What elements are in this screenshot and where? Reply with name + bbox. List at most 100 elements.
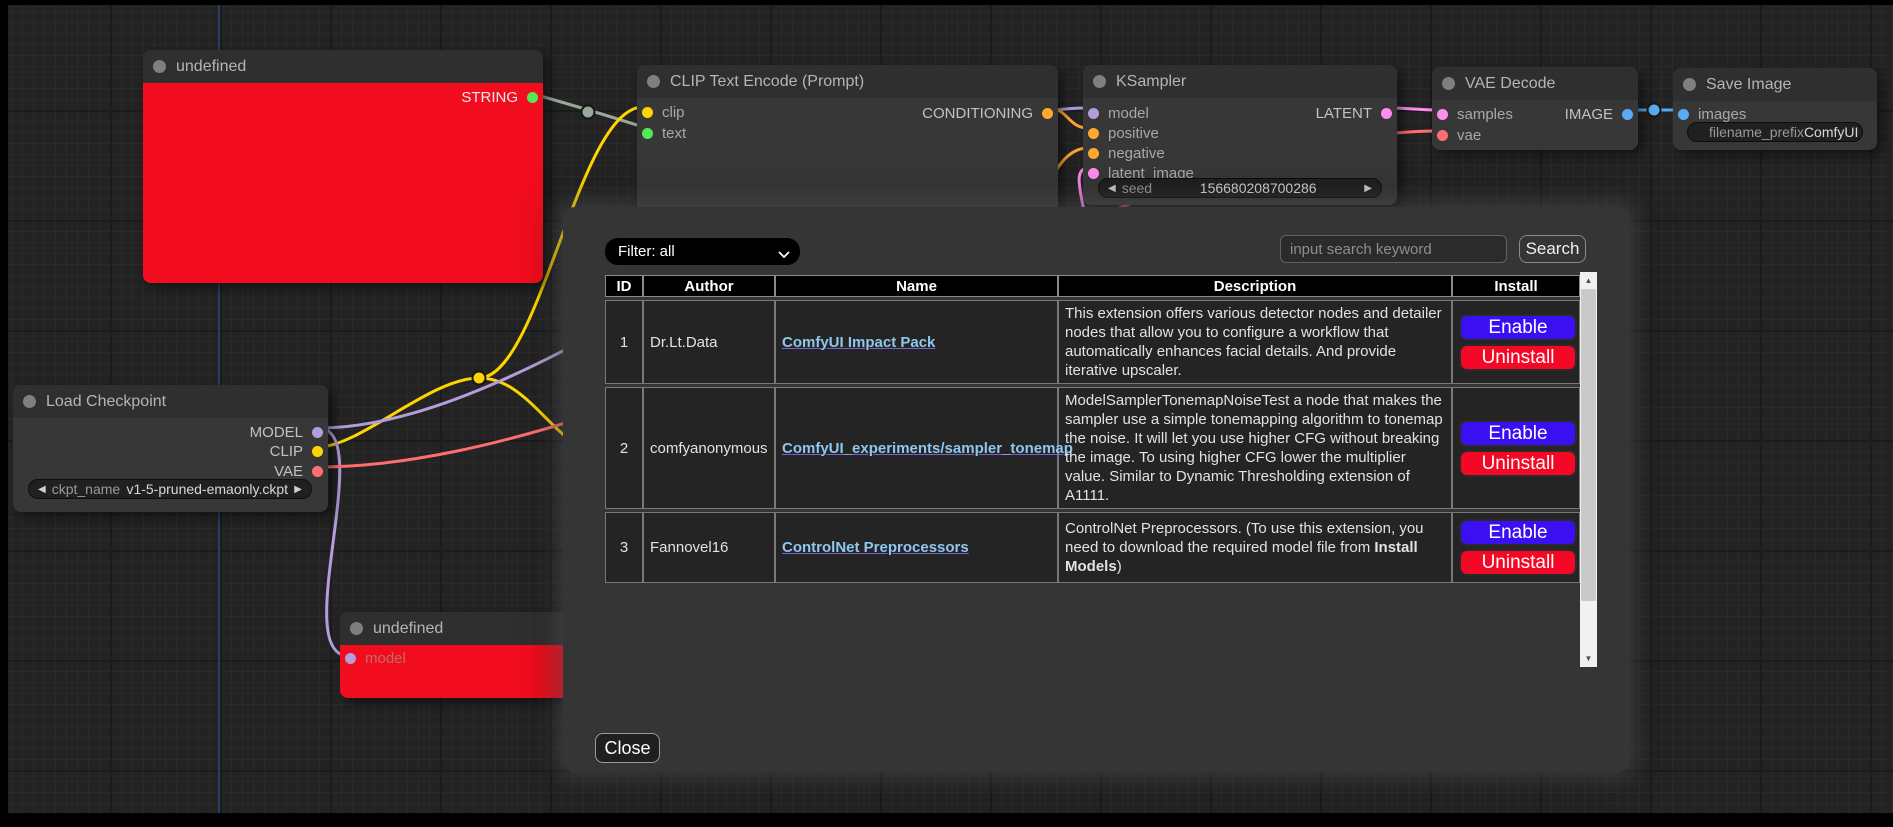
column-header-id: ID [605,275,643,297]
node-title: Load Checkpoint [46,393,166,411]
output-slot-conditioning[interactable] [1042,108,1053,119]
cell-author: Dr.Lt.Data [643,300,775,384]
scrollbar-thumb[interactable] [1581,289,1596,601]
node-load-checkpoint[interactable]: Load Checkpoint MODEL CLIP VAE ◀ ckpt_na… [13,385,328,512]
extension-row: 2 comfyanonymous ComfyUI_experiments/sam… [605,387,1580,509]
input-slot-model[interactable] [1088,108,1099,119]
node-save-image[interactable]: Save Image images filename_prefix ComfyU… [1673,68,1877,150]
cell-id: 3 [605,512,643,583]
node-title-bar: KSampler [1083,65,1397,98]
node-body: samples vae IMAGE [1432,100,1638,150]
extension-manager-dialog: Filter: all Search ID Author Name Descri… [563,207,1630,772]
reroute-dot-clip[interactable] [473,372,486,385]
window-edge [0,813,1893,827]
enable-button[interactable]: Enable [1459,420,1577,447]
node-title: CLIP Text Encode (Prompt) [670,73,864,91]
node-body: MODEL CLIP VAE ◀ ckpt_name v1-5-pruned-e… [13,418,328,512]
window-edge [0,0,8,827]
seed-widget[interactable]: ◀ seed 156680208700286 ▶ [1098,178,1382,198]
collapse-dot-icon[interactable] [23,395,36,408]
extension-link[interactable]: ControlNet Preprocessors [782,539,969,556]
reroute-dot-image[interactable] [1648,104,1661,117]
node-title-bar: VAE Decode [1432,67,1638,100]
extension-table-scroll[interactable]: ID Author Name Description Install 1 Dr.… [605,272,1580,667]
node-body: images filename_prefix ComfyUI [1673,101,1877,150]
cell-description: ControlNet Preprocessors. (To use this e… [1058,512,1452,583]
collapse-dot-icon[interactable] [350,622,363,635]
extension-link[interactable]: ComfyUI Impact Pack [782,334,935,351]
collapse-dot-icon[interactable] [1683,78,1696,91]
enable-button[interactable]: Enable [1459,519,1577,546]
cell-author: Fannovel16 [643,512,775,583]
cell-name: ControlNet Preprocessors [775,512,1058,583]
input-slot-negative[interactable] [1088,148,1099,159]
scrollbar-down-arrow-icon[interactable]: ▼ [1580,650,1597,667]
widget-right-arrow-icon[interactable]: ▶ [294,484,302,495]
table-scrollbar[interactable]: ▲ ▼ [1580,272,1597,667]
input-slot-vae[interactable] [1437,130,1448,141]
ckpt-name-widget[interactable]: ◀ ckpt_name v1-5-pruned-emaonly.ckpt ▶ [28,479,312,499]
uninstall-button[interactable]: Uninstall [1459,549,1577,576]
column-header-author: Author [643,275,775,297]
output-slot-vae[interactable] [312,466,323,477]
extension-link[interactable]: ComfyUI_experiments/sampler_tonemap [782,440,1073,457]
filename-prefix-widget[interactable]: filename_prefix ComfyUI [1687,122,1863,142]
input-slot-clip[interactable] [642,107,653,118]
widget-left-arrow-icon[interactable]: ◀ [38,484,46,495]
output-slot-latent[interactable] [1381,108,1392,119]
collapse-dot-icon[interactable] [1442,77,1455,90]
extension-table: ID Author Name Description Install 1 Dr.… [605,272,1580,586]
node-title: undefined [176,58,246,76]
output-label: STRING [461,89,518,106]
comfyui-app: undefined STRING CLIP Text Encode (Promp… [0,0,1893,827]
input-slot-model[interactable] [345,653,356,664]
collapse-dot-icon[interactable] [153,60,166,73]
node-title-bar: Save Image [1673,68,1877,101]
collapse-dot-icon[interactable] [1093,75,1106,88]
node-title: VAE Decode [1465,75,1555,93]
output-slot-model[interactable] [312,427,323,438]
extension-row: 3 Fannovel16 ControlNet Preprocessors Co… [605,512,1580,583]
node-ksampler[interactable]: KSampler model positive negative latent_… [1083,65,1397,205]
uninstall-button[interactable]: Uninstall [1459,450,1577,477]
node-vae-decode[interactable]: VAE Decode samples vae IMAGE [1432,67,1638,150]
node-body: model positive negative latent_image LAT… [1083,98,1397,205]
collapse-dot-icon[interactable] [647,75,660,88]
output-slot-image[interactable] [1622,109,1633,120]
close-button[interactable]: Close [595,733,660,763]
window-edge [0,0,1893,5]
node-title: Save Image [1706,76,1791,94]
column-header-name: Name [775,275,1058,297]
input-slot-images[interactable] [1678,109,1689,120]
cell-name: ComfyUI_experiments/sampler_tonemap [775,387,1058,509]
node-title-bar: Load Checkpoint [13,385,328,418]
scrollbar-up-arrow-icon[interactable]: ▲ [1580,272,1597,289]
input-slot-latent-image[interactable] [1088,168,1099,179]
node-title-bar: undefined [143,50,543,83]
node-body: clip text CONDITIONING [637,98,1058,215]
output-slot-clip[interactable] [312,446,323,457]
cell-description: This extension offers various detector n… [1058,300,1452,384]
search-button[interactable]: Search [1519,235,1586,263]
column-header-description: Description [1058,275,1452,297]
input-slot-text[interactable] [642,128,653,139]
widget-left-arrow-icon[interactable]: ◀ [1108,183,1116,194]
filter-select[interactable]: Filter: all [605,238,800,265]
cell-id: 2 [605,387,643,509]
cell-install: Enable Uninstall [1452,300,1580,384]
reroute-dot-string[interactable] [582,106,595,119]
input-slot-positive[interactable] [1088,128,1099,139]
output-slot-string[interactable] [527,92,538,103]
input-slot-samples[interactable] [1437,109,1448,120]
cell-id: 1 [605,300,643,384]
node-clip-text-encode[interactable]: CLIP Text Encode (Prompt) clip text COND… [637,65,1058,215]
cell-name: ComfyUI Impact Pack [775,300,1058,384]
uninstall-button[interactable]: Uninstall [1459,344,1577,371]
cell-install: Enable Uninstall [1452,387,1580,509]
node-title: undefined [373,620,443,638]
search-input[interactable] [1280,235,1507,263]
widget-right-arrow-icon[interactable]: ▶ [1364,183,1372,194]
enable-button[interactable]: Enable [1459,314,1577,341]
cell-author: comfyanonymous [643,387,775,509]
node-undefined-string[interactable]: undefined STRING [143,50,543,283]
